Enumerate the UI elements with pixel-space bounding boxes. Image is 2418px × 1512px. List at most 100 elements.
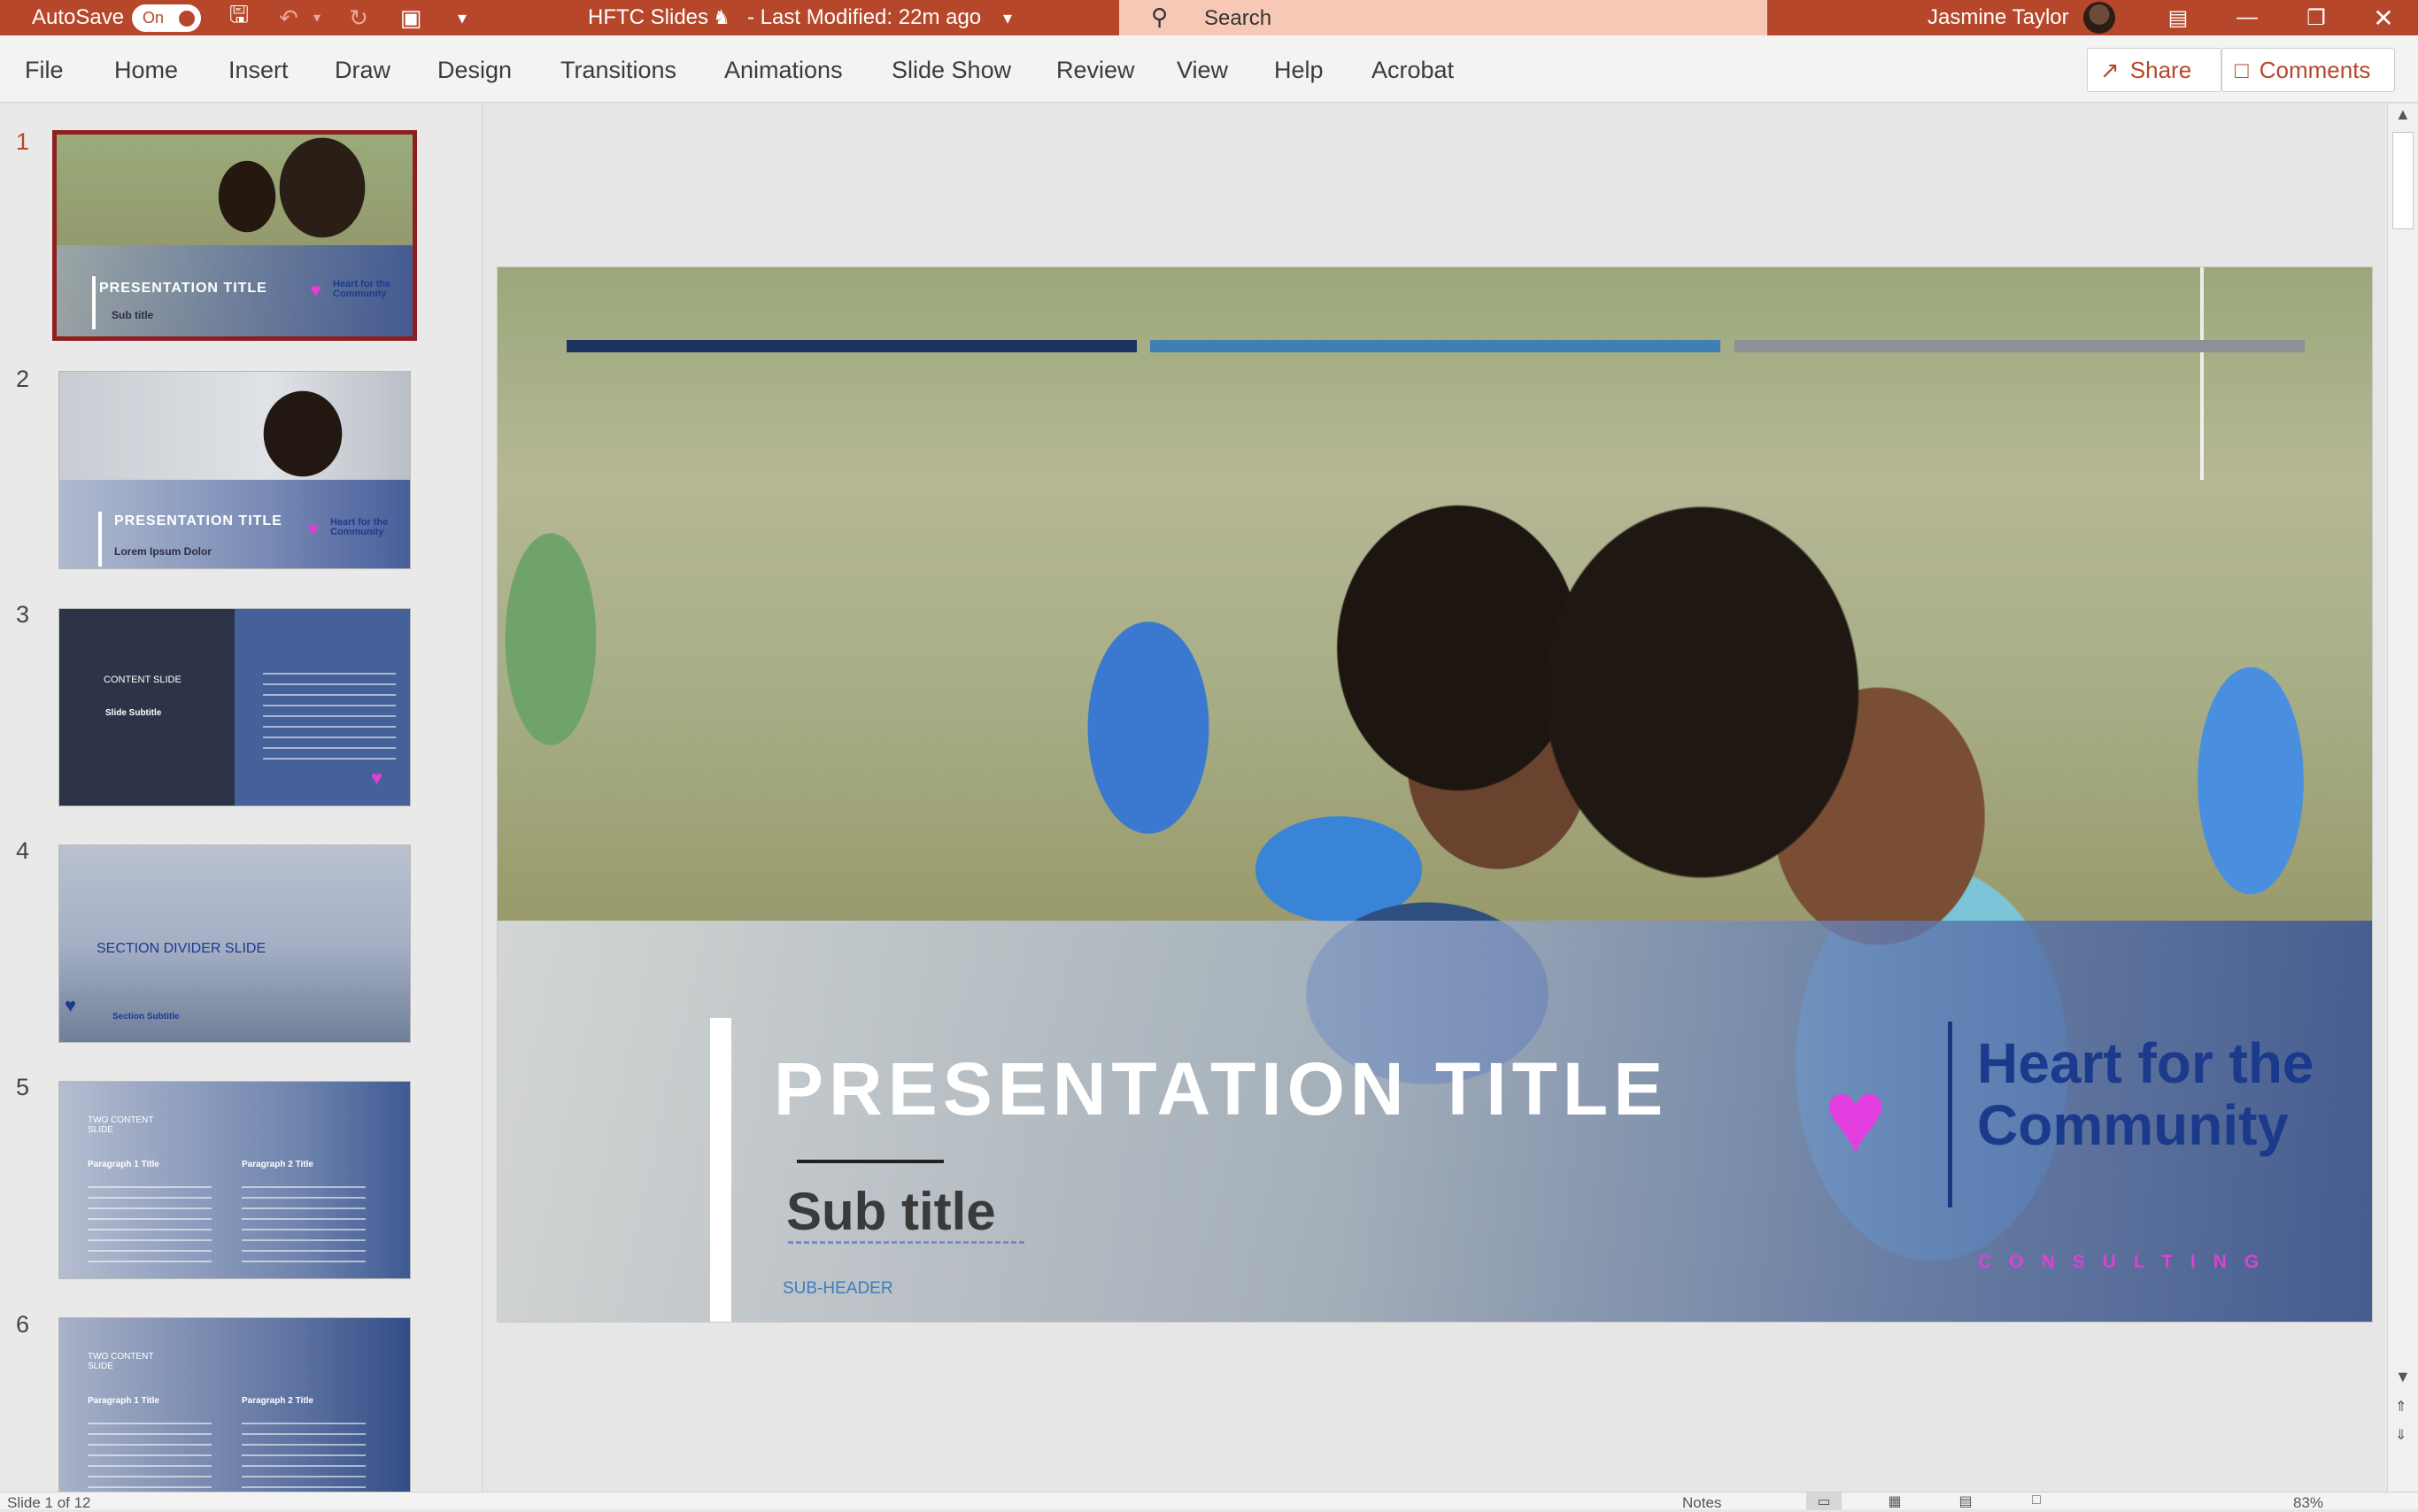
notes-button[interactable]: Notes [1682,1494,1721,1512]
tab-review[interactable]: Review [1056,57,1135,84]
ribbon-tabs: File Home Insert Draw Design Transitions… [0,35,2418,103]
share-people-icon: ♞ [713,6,730,28]
comment-icon: □ [2235,56,2249,83]
heart-logo-icon: ♥ [65,994,77,1016]
slide-thumbnail-2[interactable]: PRESENTATION TITLE Lorem Ipsum Dolor ♥ H… [58,371,411,569]
share-button[interactable]: ↗ Share [2087,48,2221,92]
logo-divider [1948,1022,1952,1207]
ribbon-display-icon[interactable]: ▤ [2146,0,2210,35]
tab-transitions[interactable]: Transitions [560,57,676,84]
accent-bar-gray[interactable] [1734,340,2305,352]
thumbnail-number: 6 [16,1311,30,1338]
scroll-down-icon[interactable]: ▼ [2395,1368,2411,1386]
slide-thumbnail-4[interactable]: SECTION DIVIDER SLIDE ♥ Section Subtitle [58,845,411,1043]
thumbnail-number: 4 [16,837,30,864]
slide-thumbnail-5[interactable]: TWO CONTENT SLIDE Paragraph 1 Title Para… [58,1081,411,1279]
tab-slide-show[interactable]: Slide Show [892,57,1011,84]
slide-thumbnail-6[interactable]: TWO CONTENT SLIDE Paragraph 1 Title Para… [58,1317,411,1492]
search-input[interactable]: Search [1204,6,1271,31]
comments-button[interactable]: □ Comments [2221,48,2395,92]
thumbnail-text-lines [242,1186,366,1266]
thumbnail-number: 2 [16,366,30,392]
chevron-down-icon[interactable]: ▾ [990,0,1025,35]
thumbnail-subtitle: Slide Subtitle [105,708,162,718]
thumbnail-number: 3 [16,601,30,628]
reading-view-icon[interactable]: ▤ [1948,1493,1983,1510]
accent-bar-navy[interactable] [567,340,1137,352]
tab-design[interactable]: Design [437,57,512,84]
save-icon[interactable]: 🖫 [221,0,257,35]
thumbnail-title: PRESENTATION TITLE [114,513,282,528]
current-slide[interactable]: PRESENTATION TITLE Sub title SUB-HEADER … [497,266,2373,1323]
thumbnail-subtitle: Lorem Ipsum Dolor [114,545,212,558]
comments-label: Comments [2259,56,2371,83]
last-modified[interactable]: - Last Modified: 22m ago [747,0,981,35]
autosave-toggle[interactable]: On [132,4,201,32]
heart-logo-icon[interactable]: ♥ [1824,1064,1887,1170]
photo-frame-line [2200,267,2204,480]
tab-file[interactable]: File [25,57,64,84]
slide-title[interactable]: PRESENTATION TITLE [774,1046,1668,1132]
thumbnail-text-lines [263,673,396,761]
zoom-level[interactable]: 83% [2293,1494,2323,1512]
tab-view[interactable]: View [1177,57,1228,84]
vertical-scrollbar[interactable]: ▲ ▼ ⇑ ⇓ [2387,104,2418,1492]
slide-thumbnail-3[interactable]: CONTENT SLIDE Slide Subtitle ♥ [58,608,411,806]
previous-slide-icon[interactable]: ⇑ [2395,1398,2406,1416]
thumbnail-logo: Heart for the Community [333,279,391,299]
thumbnail-bar [98,512,102,567]
close-icon[interactable]: ✕ [2352,0,2415,35]
slide-editing-canvas[interactable]: PRESENTATION TITLE Sub title SUB-HEADER … [483,104,2387,1492]
slide-thumbnail-pane[interactable]: 1 PRESENTATION TITLE Sub title ♥ Heart f… [0,104,483,1492]
tab-animations[interactable]: Animations [724,57,843,84]
title-accent-bar[interactable] [710,1018,731,1322]
thumbnail-logo: Heart for the Community [330,517,389,537]
tab-home[interactable]: Home [114,57,178,84]
slide-thumbnail-1[interactable]: PRESENTATION TITLE Sub title ♥ Heart for… [52,130,417,341]
search-box[interactable]: ⚲ Search [1119,0,1767,35]
customize-icon[interactable]: ▾ [444,0,480,35]
thumbnail-text-lines [88,1186,212,1266]
thumbnail-title: CONTENT SLIDE [104,675,182,685]
scroll-thumb[interactable] [2392,132,2414,229]
redo-icon[interactable]: ↻ [341,0,376,35]
slide-subheader[interactable]: SUB-HEADER [783,1279,893,1299]
next-slide-icon[interactable]: ⇓ [2395,1426,2406,1444]
title-underline[interactable] [797,1160,944,1163]
present-icon[interactable]: ▣ [393,0,429,35]
tab-draw[interactable]: Draw [335,57,390,84]
slide-sorter-icon[interactable]: ▦ [1877,1493,1912,1510]
autosave-state: On [143,9,165,27]
user-name[interactable]: Jasmine Taylor [1927,0,2069,35]
slide-subtitle[interactable]: Sub title [786,1181,996,1242]
thumbnail-number: 5 [16,1074,30,1100]
thumbnail-subtitle: Sub title [112,309,154,321]
tab-insert[interactable]: Insert [228,57,289,84]
restore-icon[interactable]: ❐ [2284,0,2348,35]
document-title[interactable]: HFTC Slides [588,0,708,35]
normal-view-icon[interactable]: ▭ [1806,1493,1842,1510]
spellcheck-underline [788,1241,1027,1244]
scroll-up-icon[interactable]: ▲ [2395,105,2411,124]
accent-bar-blue[interactable] [1150,340,1720,352]
thumbnail-title: TWO CONTENT SLIDE [88,1352,154,1371]
autosave-label: AutoSave [32,5,125,29]
slideshow-view-icon[interactable]: □ [2019,1493,2054,1510]
share-label: Share [2129,56,2192,83]
search-icon: ⚲ [1151,4,1169,30]
logo-tagline[interactable]: CONSULTING [1978,1252,2276,1273]
tab-help[interactable]: Help [1274,57,1324,84]
avatar[interactable] [2083,2,2115,34]
minimize-icon[interactable]: — [2215,0,2279,35]
thumbnail-para2: Paragraph 2 Title [242,1396,313,1406]
thumbnail-number: 1 [16,128,30,155]
logo-text[interactable]: Heart for the Community [1977,1032,2349,1156]
thumbnail-para1: Paragraph 1 Title [88,1396,159,1406]
undo-dropdown-icon[interactable]: ▾ [308,0,326,35]
share-icon: ↗ [2100,56,2120,83]
thumbnail-subtitle: Section Subtitle [112,1012,180,1022]
tab-acrobat[interactable]: Acrobat [1371,57,1454,84]
undo-icon[interactable]: ↶ [271,0,306,35]
title-bar: AutoSave On 🖫 ↶ ▾ ↻ ▣ ▾ HFTC Slides ♞ - … [0,0,2418,35]
toggle-knob [179,11,195,27]
